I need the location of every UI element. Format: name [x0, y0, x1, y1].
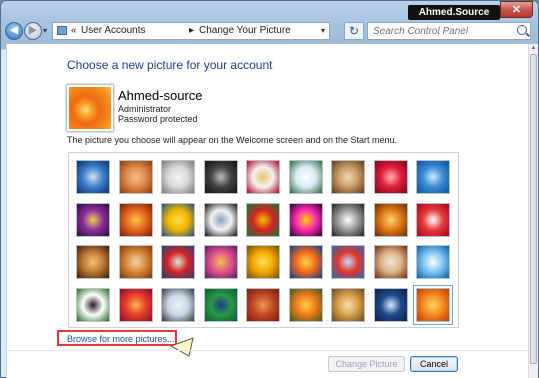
password-status: Password protected — [118, 114, 198, 124]
picture-lighthouse-icon[interactable] — [373, 287, 408, 322]
picture-leaf-icon[interactable] — [161, 202, 195, 237]
picture-soccer-ball-icon[interactable] — [76, 287, 110, 322]
search-box[interactable] — [367, 22, 531, 40]
picture-kitten-icon[interactable] — [331, 160, 365, 194]
highlight-box — [57, 330, 177, 346]
scrollbar-thumb[interactable] — [530, 54, 537, 364]
picture-sunflower-icon[interactable] — [246, 245, 280, 279]
picture-lucky-cat-icon[interactable] — [246, 160, 280, 194]
picture-robot-icon[interactable] — [161, 160, 195, 194]
picture-roller-coaster-icon[interactable] — [76, 160, 110, 194]
picture-fish-icon[interactable] — [288, 245, 323, 279]
picture-turntable-icon[interactable] — [203, 160, 238, 194]
account-name: Ahmed-source — [118, 88, 203, 103]
search-icon[interactable] — [517, 25, 527, 35]
picture-jacks-icon[interactable] — [331, 202, 365, 237]
picture-rug-icon[interactable] — [203, 245, 238, 279]
picture-ornament-icon[interactable] — [373, 245, 408, 279]
picture-description: The picture you choose will appear on th… — [67, 135, 398, 145]
picture-window-icon[interactable] — [203, 287, 238, 322]
address-bar[interactable]: « User Accounts ▸ Change Your Picture ▾ — [52, 22, 330, 40]
picture-starfish-icon[interactable] — [118, 160, 153, 194]
picture-spiral-icon[interactable] — [331, 287, 365, 322]
search-input[interactable] — [368, 23, 513, 39]
footer-divider — [6, 350, 528, 351]
breadcrumb-overflow[interactable]: « — [71, 23, 77, 39]
picture-snowflake-icon[interactable] — [416, 160, 450, 194]
picture-orange-flower-icon[interactable] — [413, 284, 453, 325]
cancel-button[interactable]: Cancel — [410, 356, 458, 372]
current-account-picture — [67, 85, 113, 131]
picture-butterfly-icon[interactable] — [288, 287, 323, 322]
picture-guitar-icon[interactable] — [76, 245, 110, 279]
scroll-up-icon[interactable]: ▲ — [529, 44, 538, 53]
picture-weave-icon[interactable] — [246, 287, 280, 322]
picture-paper-crane-icon[interactable] — [416, 202, 450, 237]
page-title: Choose a new picture for your account — [67, 58, 273, 72]
picture-marbles-icon[interactable] — [161, 287, 195, 322]
picture-dog-icon[interactable] — [203, 202, 238, 237]
recent-pages-chevron-icon[interactable]: ▾ — [43, 26, 47, 35]
picture-grid — [68, 152, 459, 328]
picture-fireworks-icon[interactable] — [288, 202, 323, 237]
vertical-scrollbar[interactable]: ▲ — [528, 44, 538, 378]
back-button[interactable]: ◀ — [5, 22, 23, 40]
control-panel-icon — [57, 26, 67, 35]
picture-balloon-icon[interactable] — [331, 245, 365, 279]
pointer-icon — [170, 337, 194, 357]
picture-stairs-icon[interactable] — [373, 202, 408, 237]
account-role: Administrator — [118, 104, 172, 114]
picture-red-flower-icon[interactable] — [373, 160, 408, 194]
picture-sailboat-icon[interactable] — [416, 245, 450, 279]
change-picture-button[interactable]: Change Picture — [328, 356, 405, 372]
picture-crayons-icon[interactable] — [246, 202, 280, 237]
picture-puppy-icon[interactable] — [118, 245, 153, 279]
window-title-badge: Ahmed.Source — [408, 5, 500, 20]
breadcrumb-user-accounts[interactable]: User Accounts — [81, 23, 145, 39]
refresh-button[interactable]: ↻ — [344, 22, 364, 40]
picture-ball-icon[interactable] — [76, 202, 110, 237]
picture-robot-toy-icon[interactable] — [161, 245, 195, 279]
address-dropdown-icon[interactable]: ▾ — [321, 23, 325, 39]
forward-button[interactable]: ▶ — [24, 22, 42, 40]
breadcrumb-change-your-picture[interactable]: Change Your Picture — [199, 23, 291, 39]
picture-textile-icon[interactable] — [118, 287, 153, 322]
picture-fabric-icon[interactable] — [118, 202, 153, 237]
picture-satellite-dish-icon[interactable] — [288, 160, 323, 194]
close-button[interactable]: ✕ — [500, 1, 533, 18]
breadcrumb-separator-icon[interactable]: ▸ — [189, 23, 194, 39]
